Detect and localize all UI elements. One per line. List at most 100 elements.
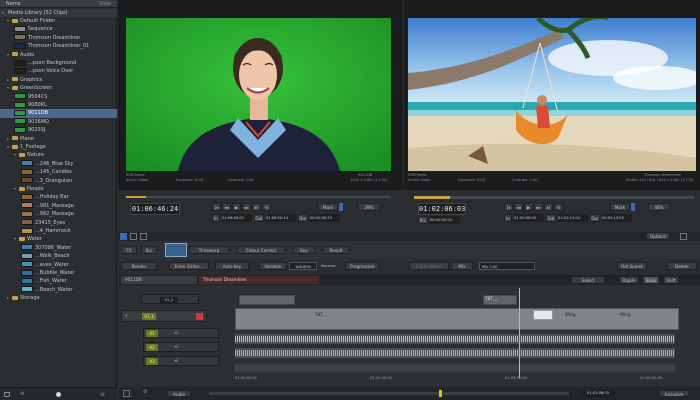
tree-clip[interactable]: 9080KL [0,101,117,109]
effect-source-thumbnail[interactable] [165,243,187,257]
timeline-zoom-bar[interactable] [209,390,569,397]
tree-clip[interactable]: ...pson Voice Over [0,67,117,75]
tab-source-clip[interactable]: 9011DB [121,276,197,284]
progressive-menu[interactable]: Progressive [345,262,379,270]
audio-menu[interactable]: Audio [167,390,191,397]
expand-icon[interactable]: ▾ [125,313,128,319]
record-out-label[interactable]: Out [546,214,556,222]
tree-clip[interactable]: ...pson Background [0,59,117,67]
tree-folder[interactable]: ▾ 1_Footage [0,143,117,151]
options-button[interactable]: Options [646,232,670,240]
tree-folder[interactable]: ▸ Plane [0,135,117,143]
speaker-icon[interactable]: ◂) [174,344,178,350]
audio-track-a3[interactable] [235,364,675,372]
bin-icon[interactable] [4,392,10,397]
track-header-v1-1[interactable]: ▾ V1_1 [121,310,207,322]
tree-clip[interactable]: 23415_Eyes [0,219,117,227]
tree-clip[interactable]: ...982_Massage [0,210,117,218]
go-to-start-icon[interactable]: |◂ [504,203,513,211]
tree-clip[interactable]: 9036MQ [0,118,117,126]
list-view-icon[interactable]: ≡ [100,391,105,398]
tree-clip[interactable]: ...Beach_Water [0,286,117,294]
record-enable-icon[interactable] [196,313,203,320]
auto-key-button[interactable]: Auto key [215,262,249,270]
tree-clip[interactable]: Sequence [0,25,117,33]
video-clip[interactable] [239,295,295,305]
tree-clip[interactable]: ...3_Orangutan [0,177,117,185]
loop-icon[interactable]: ⟲ [554,203,563,211]
gear-icon[interactable]: ⚙ [143,389,147,395]
speed-field[interactable]: 100.00% [289,262,317,270]
step-forward-icon[interactable]: ▸▸ [242,203,251,211]
reverse-toggle[interactable]: Reverse [321,262,335,270]
footer-timecode[interactable]: 01:02:06:03 [581,390,615,397]
tree-folder[interactable]: ▾ People [0,185,117,193]
tree-folder[interactable]: ▾ GreenScreen [0,84,117,92]
record-video-frame[interactable] [408,18,696,171]
track-header-a3[interactable]: A3 ◂) [143,356,219,366]
source-video-frame[interactable] [126,18,391,171]
tree-clip[interactable]: Thomson Dreamliner_01 [0,42,117,50]
name-column-label[interactable]: Name [6,0,21,8]
step-back-icon[interactable]: ◂◂ [222,203,231,211]
playhead[interactable] [519,288,520,378]
rot-speed-button[interactable]: Rot Speed [617,262,647,270]
tree-folder[interactable]: ▾ Water [0,235,117,243]
tree-clip[interactable]: ...Fish_Water [0,277,117,285]
tree-clip[interactable]: ...246_Blue Sky [0,160,117,168]
source-dur-label[interactable]: Dur [298,214,308,222]
source-timecode[interactable]: 01:06:46:24 [130,203,180,215]
play-icon[interactable]: ▶ [232,203,241,211]
select-tool[interactable]: Select [571,276,605,284]
record-in-tc[interactable]: 01:00:00:00 [514,214,544,222]
record-in-label[interactable]: In [504,214,512,222]
bin-icon[interactable] [123,390,130,397]
source-out-label[interactable]: Out [254,214,264,222]
inclusive-menu[interactable]: Inclusive [659,390,689,397]
record-src-label[interactable]: Src [418,216,428,224]
tab-sequence[interactable]: Thomson Dreamliner [199,276,319,284]
go-to-end-icon[interactable]: ▸| [544,203,553,211]
record-timecode[interactable]: 01:02:06:03 [418,203,466,215]
src-button[interactable]: Src [141,246,157,254]
delete-button[interactable]: Delete [667,262,697,270]
step-back-icon[interactable]: ◂◂ [514,203,523,211]
source-out-tc[interactable]: 01:06:50:14 [266,214,296,222]
speaker-icon[interactable]: ◂) [174,358,178,364]
record-mark-button[interactable]: Mark [610,203,630,211]
zoom-handle[interactable] [439,390,442,397]
loop-icon[interactable]: ⟲ [262,203,271,211]
colour-correct-node[interactable]: Colour Correct [237,246,285,254]
tree-clip[interactable]: ...Walk_Beach [0,252,117,260]
layout-icon[interactable] [130,233,137,240]
tree-clip[interactable]: ...145_Candles [0,168,117,176]
shift-toggle[interactable]: Shift [663,276,679,284]
snap-toggle[interactable]: Snap [643,276,659,284]
video-track-clips[interactable] [235,308,679,330]
tree-clip[interactable]: ...aves_Water [0,261,117,269]
time-ruler[interactable]: 01:00:00:00 01:02:00:00 01:02:00:00 01:0… [235,374,685,386]
selected-clip[interactable] [533,310,553,320]
play-icon[interactable]: ▶ [524,203,533,211]
source-mark-button[interactable]: Mark [318,203,338,211]
render-menu[interactable]: Render [121,262,157,270]
enter-editor-button[interactable]: Enter Editor... [169,262,209,270]
mix-menu[interactable]: Mix [451,262,473,270]
record-dot-icon[interactable] [56,392,61,397]
view-menu-label[interactable]: View [99,0,111,8]
record-out-tc[interactable]: 01:01:13:04 [558,214,588,222]
gear-icon[interactable]: ⚙ [20,391,29,398]
tree-clip[interactable]: Thomson Dreamliner [0,34,117,42]
track-header-a2[interactable]: A2 ◂) [143,342,219,352]
tree-clip[interactable]: 9023SJ [0,126,117,134]
tree-clip[interactable]: 9504CS [0,93,117,101]
tree-folder[interactable]: ▾ Default Folder [0,17,117,25]
tree-clip[interactable]: ...Bubble_Water [0,269,117,277]
tree-folder[interactable]: ▾ Audio [0,51,117,59]
tree-folder[interactable]: ▸ Storage [0,294,117,302]
frame-blend-menu[interactable]: Frame Blend [409,262,449,270]
record-src-tc[interactable]: 00:00:02:04 [430,216,460,224]
tree-clip[interactable]: 9011DB [0,109,117,118]
tree-clip[interactable]: ...4_Hammock [0,227,117,235]
ripple-toggle[interactable]: Ripple [619,276,639,284]
